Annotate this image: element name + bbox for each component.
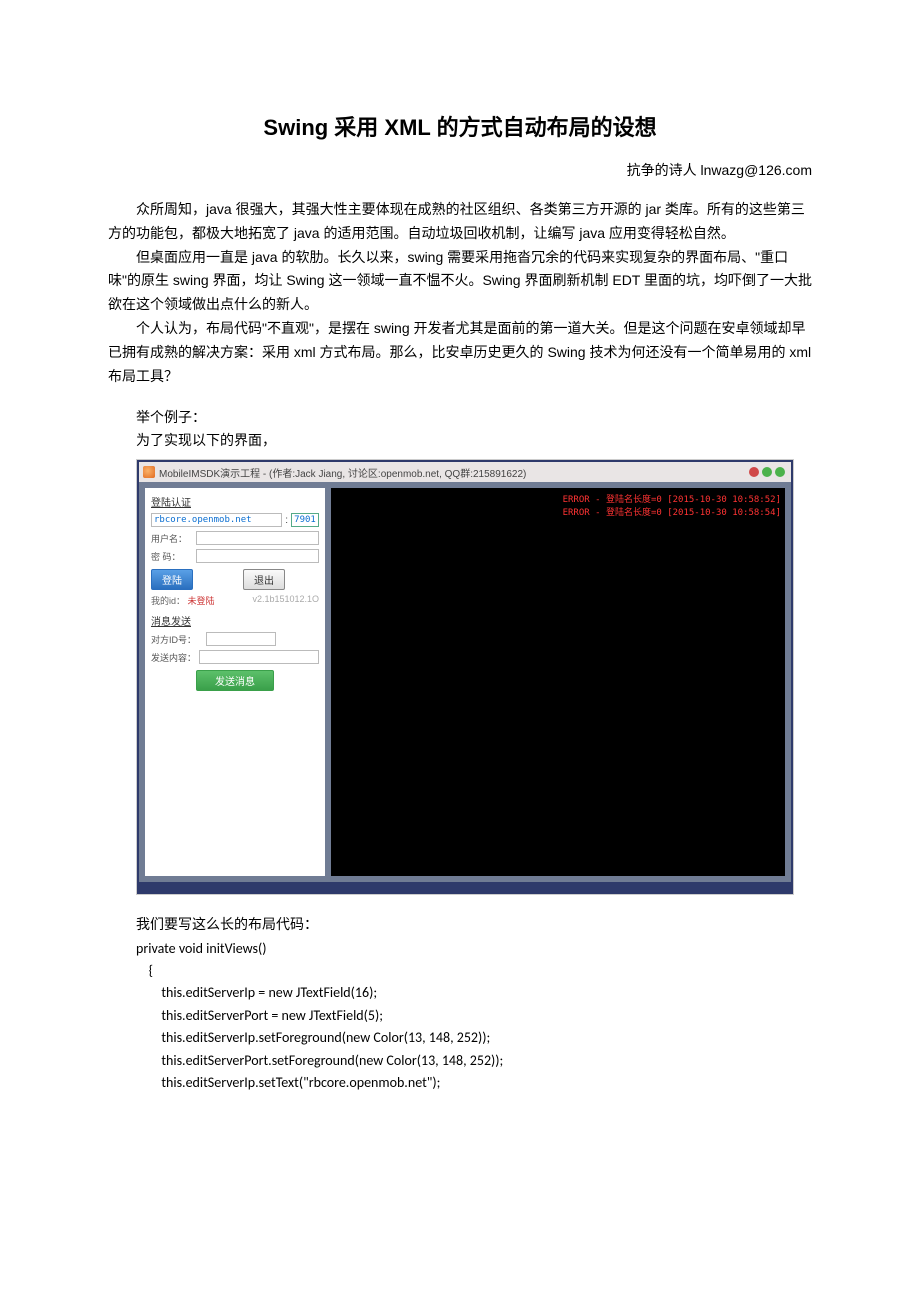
log-console: ERROR - 登陆名长度=0 [2015-10-30 10:58:52] ER… (331, 488, 785, 876)
username-input[interactable] (196, 531, 319, 545)
section-login-title: 登陆认证 (151, 494, 319, 509)
myid-label: 我的id： (151, 596, 185, 606)
password-label: 密 码： (151, 550, 193, 563)
window-dot-green2-icon[interactable] (775, 467, 785, 477)
login-button[interactable]: 登陆 (151, 569, 193, 590)
log-line-2: ERROR - 登陆名长度=0 [2015-10-30 10:58:54] (335, 505, 781, 518)
server-ip-input[interactable] (151, 513, 282, 527)
window-titlebar: MobileIMSDK演示工程 - (作者:Jack Jiang, 讨论区:op… (139, 462, 791, 482)
embedded-screenshot: MobileIMSDK演示工程 - (作者:Jack Jiang, 讨论区:op… (136, 459, 794, 895)
app-icon (143, 466, 155, 478)
window-title-text: MobileIMSDK演示工程 - (作者:Jack Jiang, 讨论区:op… (159, 465, 526, 480)
log-line-1: ERROR - 登陆名长度=0 [2015-10-30 10:58:52] (335, 492, 781, 505)
server-port-input[interactable] (291, 513, 319, 527)
example-intro-1: 举个例子： (136, 406, 812, 428)
target-id-label: 对方ID号： (151, 633, 203, 646)
username-label: 用户名： (151, 532, 193, 545)
window-dot-green-icon[interactable] (762, 467, 772, 477)
window-dot-red-icon[interactable] (749, 467, 759, 477)
content-input[interactable] (199, 650, 319, 664)
document-title: Swing 采用 XML 的方式自动布局的设想 (108, 110, 812, 142)
password-input[interactable] (196, 549, 319, 563)
content-label: 发送内容： (151, 651, 196, 664)
section-message-title: 消息发送 (151, 613, 319, 628)
example-intro-2: 为了实现以下的界面， (136, 429, 812, 451)
target-id-input[interactable] (206, 632, 276, 646)
code-signature: private void initViews() (136, 938, 812, 960)
byline: 抗争的诗人 lnwazg@126.com (108, 160, 812, 180)
paragraph-3: 个人认为，布局代码"不直观"，是摆在 swing 开发者尤其是面前的第一道大关。… (108, 317, 812, 388)
code-intro: 我们要写这么长的布局代码： (136, 913, 812, 935)
code-body: { this.editServerIp = new JTextField(16)… (136, 960, 812, 1094)
left-form-panel: 登陆认证 : 用户名： 密 码： 登陆 退出 (145, 488, 325, 876)
port-separator: : (285, 515, 288, 526)
myid-value: 未登陆 (188, 596, 215, 606)
logout-button[interactable]: 退出 (243, 569, 285, 590)
paragraph-2: 但桌面应用一直是 java 的软肋。长久以来，swing 需要采用拖沓冗余的代码… (108, 246, 812, 317)
paragraph-1: 众所周知，java 很强大，其强大性主要体现在成熟的社区组织、各类第三方开源的 … (108, 198, 812, 246)
version-text: v2.1b151012.1O (252, 594, 319, 607)
send-button[interactable]: 发送消息 (196, 670, 274, 691)
